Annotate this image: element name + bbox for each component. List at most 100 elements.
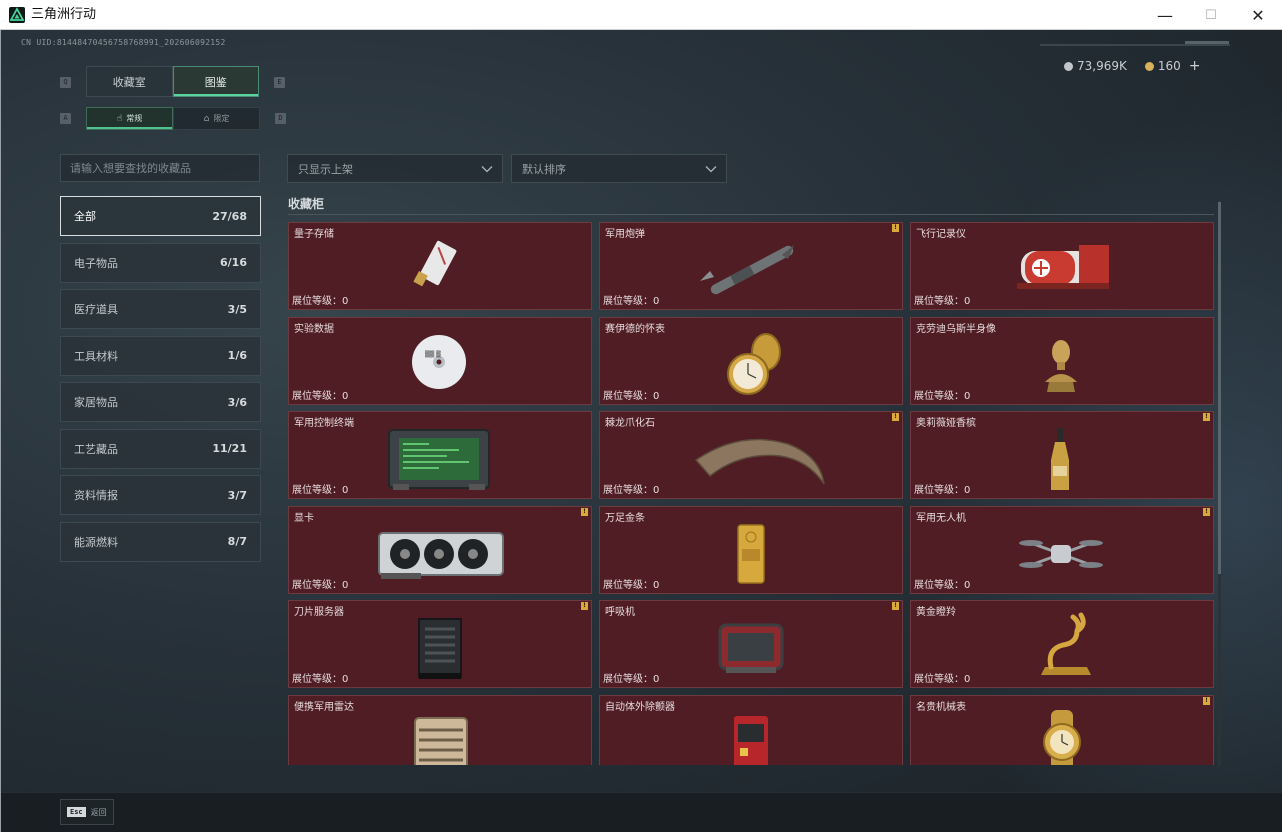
top-decoration-accent xyxy=(1185,41,1229,44)
display-level-label: 展位等级： xyxy=(603,674,653,686)
search-input[interactable] xyxy=(60,154,260,182)
display-level-label: 展位等级： xyxy=(292,296,342,307)
display-level-label: 展位等级： xyxy=(914,296,964,307)
display-level: 展位等级：0 xyxy=(292,387,348,402)
subtab-regular[interactable]: ☝ 常规 xyxy=(86,107,173,130)
category-item[interactable]: 医疗道具 3/5 xyxy=(60,289,261,329)
display-level-value: 0 xyxy=(342,296,349,307)
disc-icon: ▒▒ ▒ xyxy=(412,334,466,389)
collectible-name: 刀片服务器 xyxy=(294,607,344,619)
display-level-label: 展位等级： xyxy=(603,390,653,402)
defibrillator-icon xyxy=(734,716,768,765)
display-level: 展位等级：0 xyxy=(914,481,970,496)
category-count: 27/68 xyxy=(212,209,247,223)
collectible-name: 名贵机械表 xyxy=(916,702,966,713)
category-count: 3/7 xyxy=(227,488,247,502)
category-item[interactable]: 电子物品 6/16 xyxy=(60,242,261,283)
subtab-limited-label: 限定 xyxy=(213,114,230,123)
category-item[interactable]: 全部 27/68 xyxy=(60,196,261,236)
display-level: 展位等级：0 xyxy=(603,481,659,496)
display-level: 展位等级：0 xyxy=(292,481,348,496)
currency-bar: 73,969K 160 + xyxy=(1052,55,1232,77)
chevron-down-icon xyxy=(705,166,717,173)
collectible-card[interactable]: 显卡 展位等级：0! xyxy=(288,505,592,594)
collectible-card[interactable]: 飞行记录仪 展位等级：0 xyxy=(910,222,1214,310)
sort-dropdown[interactable]: 默认排序 xyxy=(511,154,727,183)
window-frame xyxy=(0,30,1,832)
blade-server-icon xyxy=(418,618,462,680)
display-level: 展位等级：0 xyxy=(292,292,348,307)
category-label: 工艺藏品 xyxy=(74,442,118,456)
collectible-card[interactable]: 棘龙爪化石 展位等级：0! xyxy=(599,411,903,500)
top-decoration xyxy=(1040,44,1230,46)
collectible-name: 奥莉薇娅香槟 xyxy=(916,418,976,430)
app-logo-icon xyxy=(9,7,25,23)
hotkey-e: E xyxy=(274,77,285,88)
maximize-button[interactable]: ☐ xyxy=(1188,0,1234,30)
collectible-name: 军用炮弹 xyxy=(605,229,645,240)
sort-value: 默认排序 xyxy=(522,162,566,176)
new-alert-icon: ! xyxy=(892,224,899,232)
category-label: 电子物品 xyxy=(74,256,118,270)
collectible-name: 显卡 xyxy=(294,512,314,524)
category-item[interactable]: 家居物品 3/6 xyxy=(60,382,261,422)
collectible-card[interactable]: 量子存储 展位等级：0 xyxy=(288,222,592,310)
flight-recorder-icon xyxy=(1017,245,1109,289)
limited-icon: ⌂ xyxy=(203,113,210,124)
collectible-card[interactable]: 黄金瞪羚展位等级：0 xyxy=(910,600,1214,689)
collectible-card[interactable]: 军用炮弹 展位等级：0! xyxy=(599,222,903,310)
collectible-card[interactable]: 刀片服务器 展位等级：0! xyxy=(288,600,592,689)
collectible-name: 万足金条 xyxy=(605,512,645,524)
collectible-card[interactable]: 名贵机械表! xyxy=(910,695,1214,765)
display-level: 展位等级：0 xyxy=(914,670,970,685)
collectible-card[interactable]: 自动体外除颤器 xyxy=(599,695,903,765)
section-divider xyxy=(288,214,1214,215)
display-level-value: 0 xyxy=(342,485,349,497)
collectible-name: 棘龙爪化石 xyxy=(605,418,655,430)
coin-icon xyxy=(1064,61,1073,71)
display-level-label: 展位等级： xyxy=(603,485,653,497)
category-label: 全部 xyxy=(74,210,96,223)
collectible-card[interactable]: 军用无人机 展位等级：0! xyxy=(910,505,1214,594)
collectible-name: 黄金瞪羚 xyxy=(916,607,956,619)
shelf-filter-dropdown[interactable]: 只显示上架 xyxy=(287,154,503,183)
subtab-limited[interactable]: ⌂ 限定 xyxy=(173,107,260,130)
category-item[interactable]: 工具材料 1/6 xyxy=(60,335,261,376)
category-count: 3/5 xyxy=(227,302,247,316)
collectible-card[interactable]: 便携军用雷达 xyxy=(288,695,592,765)
category-label: 资料情报 xyxy=(74,489,118,502)
bust-icon xyxy=(1045,339,1077,392)
display-level-label: 展位等级： xyxy=(914,485,964,497)
display-level-value: 0 xyxy=(342,579,349,591)
category-item[interactable]: 资料情报 3/7 xyxy=(60,475,261,515)
tab-catalog[interactable]: 图鉴 xyxy=(172,66,259,97)
window-title: 三角洲行动 xyxy=(31,7,97,22)
scrollbar-thumb[interactable] xyxy=(1218,202,1221,574)
collectible-name: 自动体外除颤器 xyxy=(605,702,675,713)
minimize-button[interactable]: — xyxy=(1142,0,1188,30)
close-button[interactable]: ✕ xyxy=(1235,0,1281,30)
gold-gazelle-icon xyxy=(1041,612,1091,676)
collectible-card[interactable]: 万足金条 展位等级：0 xyxy=(599,505,903,594)
collectible-card[interactable]: 赛伊德的怀表 展位等级：0 xyxy=(599,316,903,405)
display-level: 展位等级：0 xyxy=(914,292,970,307)
add-currency-button[interactable]: + xyxy=(1189,58,1201,74)
item-grid: 量子存储 展位等级：0 军用炮弹 展位等级：0! 飞行记录仪 展位等级：0 实验数据 ▒▒ ▒… xyxy=(288,222,1214,765)
category-item[interactable]: 工艺藏品 11/21 xyxy=(60,428,261,469)
chevron-down-icon xyxy=(481,166,493,173)
new-alert-icon: ! xyxy=(581,507,588,516)
new-alert-icon: ! xyxy=(581,602,588,611)
back-button[interactable]: Esc 返回 xyxy=(60,799,114,825)
display-level-value: 0 xyxy=(653,485,660,497)
ventilator-icon xyxy=(718,623,784,674)
collectible-card[interactable]: 实验数据 ▒▒ ▒ 展位等级：0 xyxy=(288,316,592,405)
collectible-card[interactable]: 呼吸机 展位等级：0! xyxy=(599,600,903,689)
collectible-card[interactable]: 奥莉薇娅香槟 展位等级：0! xyxy=(910,411,1214,500)
display-level-value: 0 xyxy=(653,390,660,402)
new-alert-icon: ! xyxy=(1203,697,1210,705)
collectible-card[interactable]: 军用控制终端 展位等级：0 xyxy=(288,411,592,500)
tab-collection-room[interactable]: 收藏室 xyxy=(86,66,173,97)
category-item[interactable]: 能源燃料 8/7 xyxy=(60,521,261,562)
collectible-card[interactable]: 克劳迪乌斯半身像 展位等级：0 xyxy=(910,316,1214,405)
display-level-value: 0 xyxy=(342,674,349,686)
